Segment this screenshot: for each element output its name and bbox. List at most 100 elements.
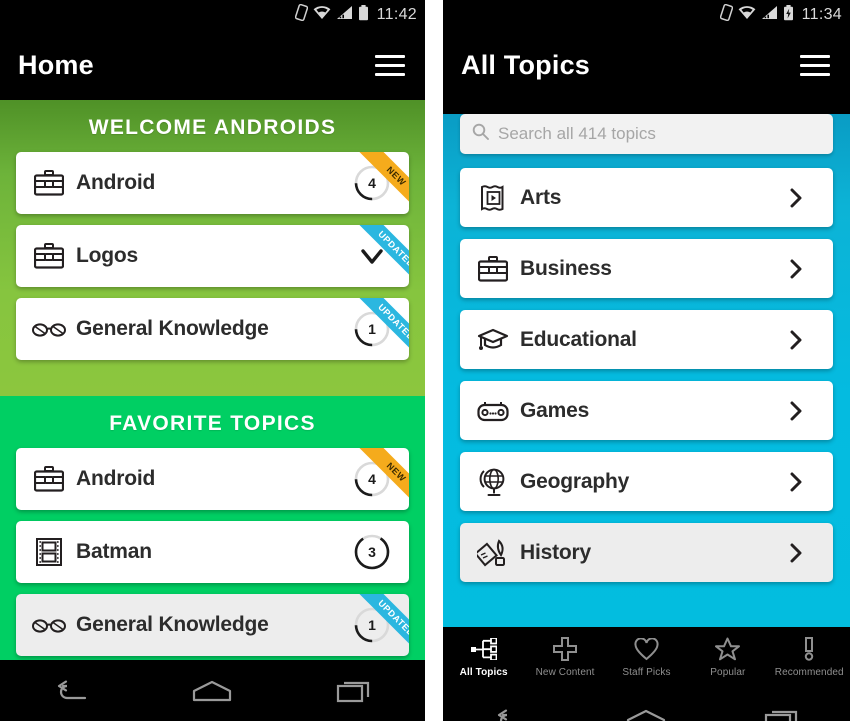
- gamepad-icon: [474, 400, 512, 422]
- progress-ring: 3: [352, 532, 392, 572]
- film-icon: [30, 538, 68, 566]
- dual-screenshot: 11:42 Home WELCOME ANDROIDS Android 4 NE…: [0, 0, 850, 721]
- picture-frame-icon: [474, 184, 512, 212]
- right-phone-screen: 11:34 All Topics Search all 414 topics A…: [443, 0, 850, 721]
- status-time: 11:42: [376, 6, 417, 23]
- battery-icon: [358, 4, 369, 26]
- topic-label: Games: [520, 398, 590, 422]
- hamburger-menu-icon[interactable]: [375, 54, 405, 76]
- chevron-right-icon: [773, 330, 819, 350]
- section-favorite-topics: FAVORITE TOPICS Android 4 NEW Batman 3 G…: [0, 396, 425, 660]
- exclamation-icon: [802, 636, 816, 662]
- left-app-bar: Home: [0, 30, 425, 100]
- progress-badge: 4: [349, 163, 395, 203]
- right-content: Search all 414 topics Arts Business Educ…: [443, 114, 850, 627]
- progress-badge: 3: [349, 532, 395, 572]
- tab-staff-picks[interactable]: Staff Picks: [606, 636, 686, 678]
- search-input[interactable]: Search all 414 topics: [460, 114, 833, 154]
- panel-divider: [425, 0, 443, 721]
- glasses-icon: [30, 615, 68, 635]
- completed-badge: [349, 243, 395, 269]
- topic-row-games[interactable]: Games: [460, 381, 833, 440]
- tab-label: Popular: [710, 667, 746, 678]
- topic-card-logos[interactable]: Logos UPDATED: [16, 225, 409, 287]
- progress-badge: 1: [349, 309, 395, 349]
- status-time: 11:34: [801, 6, 842, 23]
- chevron-right-icon: [773, 401, 819, 421]
- recents-icon[interactable]: [319, 671, 389, 711]
- star-icon: [715, 636, 741, 662]
- topic-label: Geography: [520, 469, 630, 493]
- right-status-bar: 11:34: [443, 0, 850, 30]
- wifi-icon: [738, 5, 756, 25]
- topic-card-batman[interactable]: Batman 3: [16, 521, 409, 583]
- tab-popular[interactable]: Popular: [688, 636, 768, 678]
- topic-card-general-knowledge[interactable]: General Knowledge 1 UPDATED: [16, 298, 409, 360]
- home-icon[interactable]: [177, 671, 247, 711]
- topic-label: General Knowledge: [76, 613, 269, 636]
- topic-label: Android: [76, 467, 156, 490]
- signal-icon: [336, 5, 353, 25]
- bottom-tab-bar: All Topics New Content Staff Picks Popul…: [443, 627, 850, 689]
- check-icon: [361, 249, 383, 264]
- back-icon[interactable]: [476, 700, 546, 721]
- progress-ring: 4: [352, 163, 392, 203]
- topic-card-android-fav[interactable]: Android 4 NEW: [16, 448, 409, 510]
- signal-icon: [761, 5, 778, 25]
- tab-label: All Topics: [459, 667, 508, 678]
- chevron-right-icon: [773, 188, 819, 208]
- progress-badge: 4: [349, 459, 395, 499]
- progress-count: 3: [368, 544, 376, 560]
- page-title: Home: [18, 49, 94, 80]
- chevron-right-icon: [773, 543, 819, 563]
- progress-badge: 1: [349, 605, 395, 645]
- hamburger-menu-icon[interactable]: [800, 54, 830, 76]
- tab-recommended[interactable]: Recommended: [769, 636, 849, 678]
- graduation-cap-icon: [474, 327, 512, 353]
- heart-icon: [634, 636, 659, 662]
- topic-label: History: [520, 540, 591, 564]
- wifi-icon: [313, 5, 331, 25]
- topic-row-arts[interactable]: Arts: [460, 168, 833, 227]
- topic-row-history[interactable]: History: [460, 523, 833, 582]
- tab-label: Recommended: [774, 667, 844, 678]
- progress-count: 1: [368, 617, 376, 633]
- topic-label: Business: [520, 256, 612, 280]
- topic-label: Android: [76, 171, 156, 194]
- topic-label: Logos: [76, 244, 138, 267]
- chevron-right-icon: [773, 259, 819, 279]
- briefcase-icon: [30, 466, 68, 492]
- search-icon: [472, 123, 489, 145]
- right-app-bar: All Topics: [443, 30, 850, 100]
- rotate-icon: [719, 3, 733, 26]
- progress-ring: 1: [352, 605, 392, 645]
- topic-card-android[interactable]: Android 4 NEW: [16, 152, 409, 214]
- topic-row-business[interactable]: Business: [460, 239, 833, 298]
- search-placeholder: Search all 414 topics: [498, 124, 656, 143]
- rotate-icon: [294, 3, 308, 26]
- briefcase-icon: [474, 255, 512, 282]
- plus-icon: [553, 636, 578, 662]
- progress-count: 4: [368, 471, 376, 487]
- tab-all-topics[interactable]: All Topics: [444, 636, 524, 678]
- topic-row-educational[interactable]: Educational: [460, 310, 833, 369]
- sitemap-icon: [470, 636, 497, 662]
- home-icon[interactable]: [611, 700, 681, 721]
- section-title: FAVORITE TOPICS: [109, 412, 316, 435]
- battery-charging-icon: [783, 4, 794, 26]
- briefcase-icon: [30, 243, 68, 269]
- topic-row-geography[interactable]: Geography: [460, 452, 833, 511]
- quill-icon: [474, 538, 512, 568]
- section-title: WELCOME ANDROIDS: [88, 116, 337, 139]
- progress-ring: 1: [352, 309, 392, 349]
- progress-count: 4: [368, 175, 376, 191]
- page-title: All Topics: [461, 49, 591, 80]
- tab-new-content[interactable]: New Content: [525, 636, 605, 678]
- back-icon[interactable]: [36, 671, 106, 711]
- chevron-right-icon: [773, 472, 819, 492]
- tab-label: Staff Picks: [622, 667, 671, 678]
- topic-label: Arts: [520, 185, 562, 209]
- recents-icon[interactable]: [747, 700, 817, 721]
- globe-icon: [474, 467, 512, 497]
- topic-card-general-knowledge-fav[interactable]: General Knowledge 1 UPDATED: [16, 594, 409, 656]
